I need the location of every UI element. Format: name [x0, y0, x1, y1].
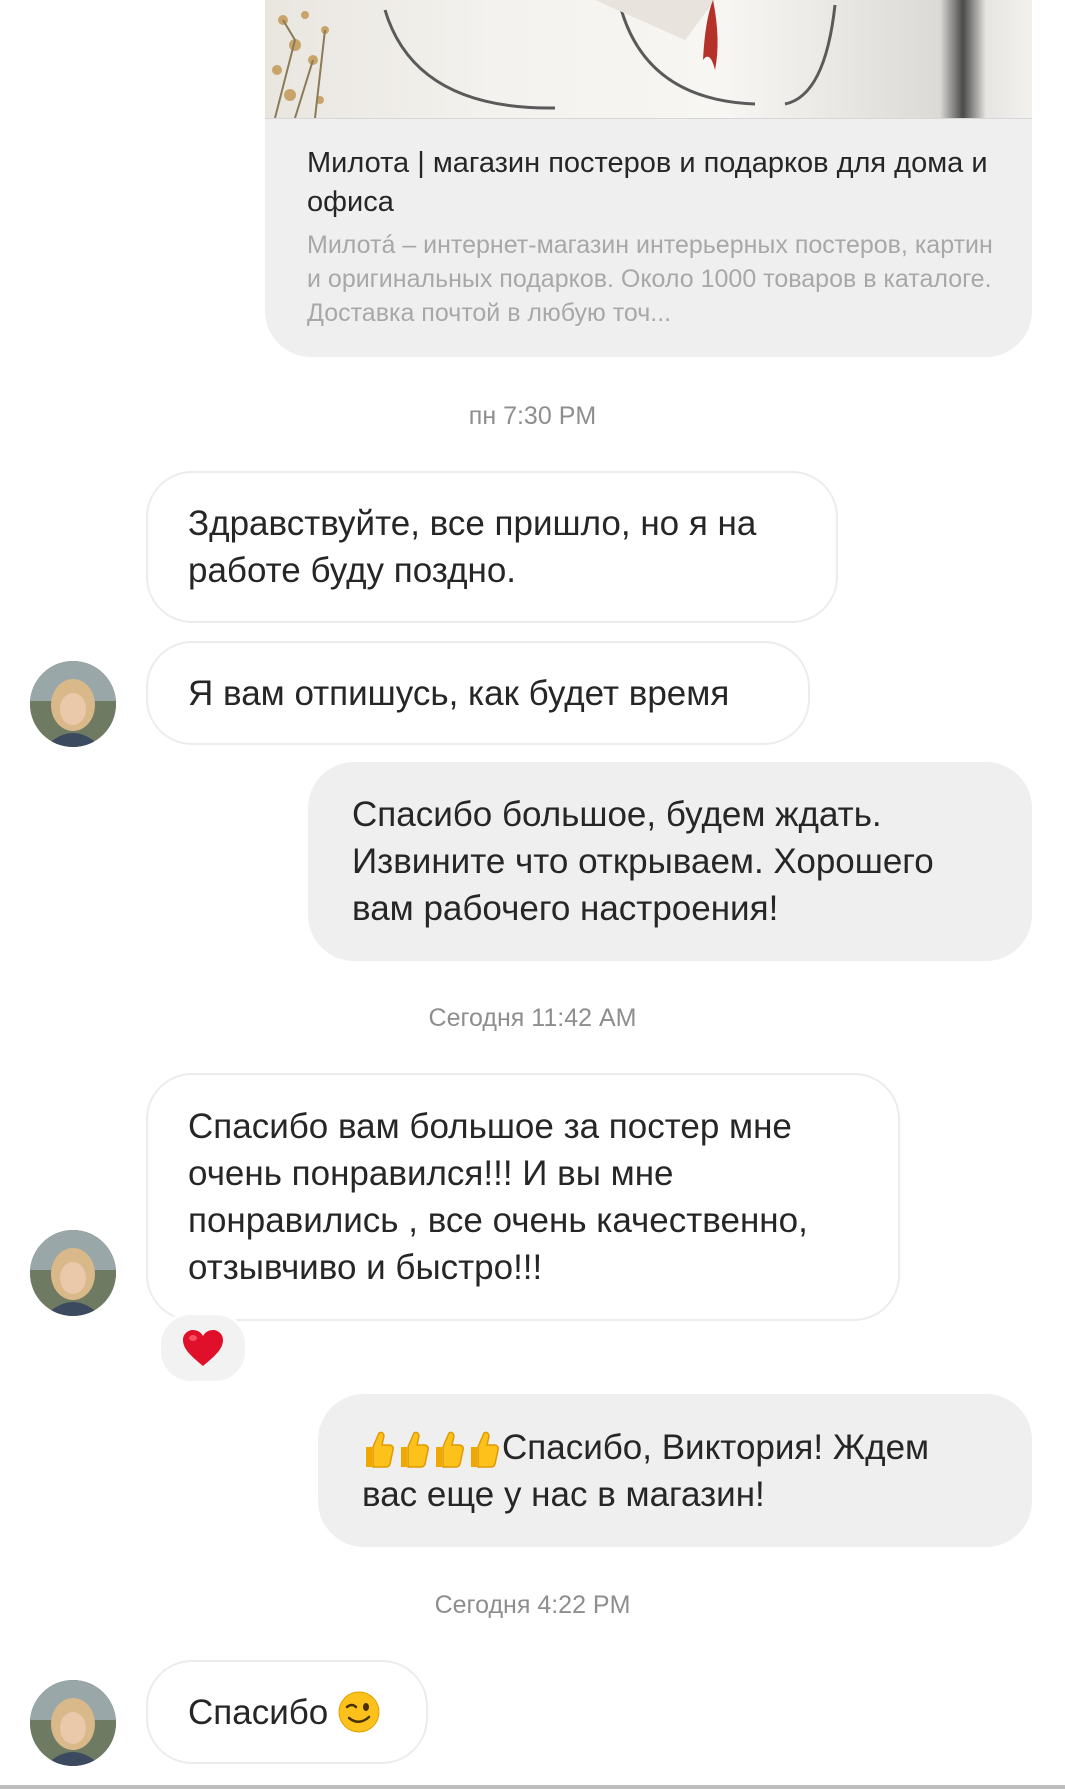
- message-text: Спасибо большое, будем ждать. Извините ч…: [352, 795, 934, 928]
- outgoing-message-bubble[interactable]: Спасибо большое, будем ждать. Извините ч…: [308, 762, 1032, 961]
- contact-avatar[interactable]: [30, 1230, 116, 1316]
- contact-avatar[interactable]: [30, 1680, 116, 1766]
- link-preview-title: Милота | магазин постеров и подарков для…: [307, 147, 988, 218]
- message-text-line2: вас еще у нас в магазин!: [362, 1474, 765, 1514]
- timestamp: Сегодня 11:42 AM: [428, 1004, 637, 1032]
- contact-avatar[interactable]: [30, 661, 116, 747]
- message-text: Спасибо вам большое за постер мне очень …: [188, 1107, 808, 1287]
- thumbs-up-icon: [401, 1431, 429, 1468]
- winking-face-icon: [338, 1691, 380, 1733]
- message-text: Здравствуйте, все пришло, но я на работе…: [188, 504, 757, 590]
- link-preview-card[interactable]: Милота | магазин постеров и подарков для…: [265, 0, 1032, 357]
- incoming-message-bubble[interactable]: Здравствуйте, все пришло, но я на работе…: [146, 471, 838, 623]
- heart-icon: [183, 1330, 223, 1366]
- outgoing-message-bubble[interactable]: Спасибо, Виктория! Ждем вас еще у нас в …: [318, 1394, 1032, 1547]
- timestamp: пн 7:30 PM: [468, 402, 597, 430]
- message-text-line1: Спасибо, Виктория! Ждем: [502, 1427, 930, 1467]
- incoming-message-bubble[interactable]: Спасибо: [146, 1660, 428, 1764]
- heart-reaction[interactable]: [158, 1312, 248, 1384]
- thumbs-up-icon: [366, 1431, 394, 1468]
- thumbs-up-emojis: [362, 1429, 500, 1469]
- incoming-message-bubble[interactable]: Спасибо вам большое за постер мне очень …: [146, 1073, 900, 1321]
- thumbs-up-icon: [436, 1431, 464, 1468]
- link-preview-description: Милотá – интернет-магазин интерьерных по…: [307, 231, 993, 327]
- timestamp: Сегодня 4:22 PM: [434, 1591, 631, 1619]
- incoming-message-bubble[interactable]: Я вам отпишусь, как будет время: [146, 641, 810, 745]
- thumbs-up-icon: [471, 1431, 499, 1468]
- message-text: Спасибо: [188, 1692, 329, 1732]
- bottom-divider: [0, 1785, 1065, 1789]
- link-preview-image: [265, 0, 1032, 119]
- message-text: Я вам отпишусь, как будет время: [188, 673, 730, 713]
